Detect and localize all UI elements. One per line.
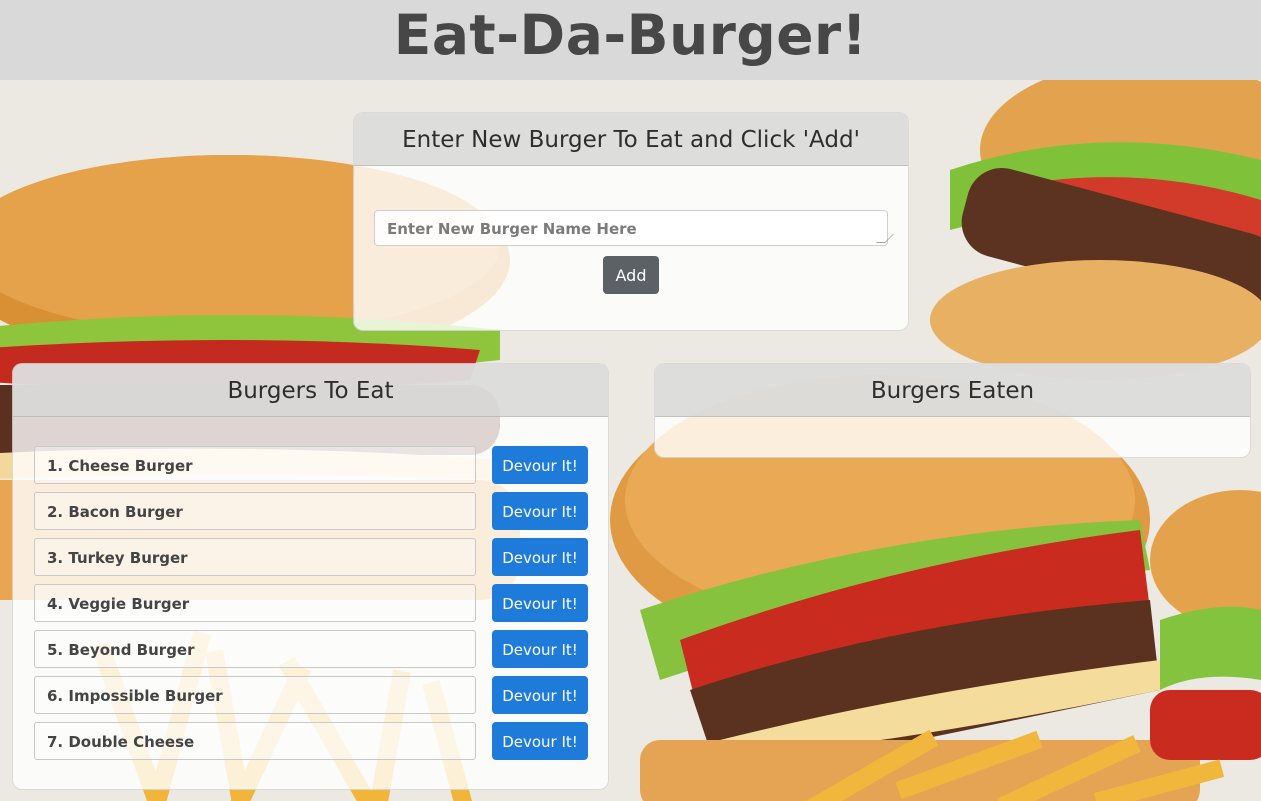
page-title: Eat-Da-Burger!	[393, 3, 868, 67]
devour-button[interactable]: Devour It!	[492, 630, 588, 668]
burger-name: 1. Cheese Burger	[34, 446, 476, 484]
burger-name: 2. Bacon Burger	[34, 492, 476, 530]
devour-button[interactable]: Devour It!	[492, 722, 588, 760]
devour-button[interactable]: Devour It!	[492, 584, 588, 622]
resize-grip-icon[interactable]	[876, 234, 894, 243]
list-item: 5. Beyond Burger Devour It!	[34, 630, 588, 668]
burger-name-input[interactable]: Enter New Burger Name Here	[374, 210, 894, 246]
burgers-to-eat-list: 1. Cheese Burger Devour It! 2. Bacon Bur…	[34, 446, 588, 768]
burgers-to-eat-card: Burgers To Eat 1. Cheese Burger Devour I…	[12, 363, 609, 790]
list-item: 7. Double Cheese Devour It!	[34, 722, 588, 760]
devour-button[interactable]: Devour It!	[492, 492, 588, 530]
add-button[interactable]: Add	[603, 256, 659, 294]
burgers-eaten-heading: Burgers Eaten	[655, 364, 1250, 417]
list-item: 2. Bacon Burger Devour It!	[34, 492, 588, 530]
list-item: 1. Cheese Burger Devour It!	[34, 446, 588, 484]
add-burger-heading: Enter New Burger To Eat and Click 'Add'	[354, 113, 908, 166]
devour-button[interactable]: Devour It!	[492, 676, 588, 714]
add-burger-card: Enter New Burger To Eat and Click 'Add' …	[353, 112, 909, 331]
list-item: 4. Veggie Burger Devour It!	[34, 584, 588, 622]
page-header: Eat-Da-Burger!	[0, 0, 1261, 80]
burger-name: 6. Impossible Burger	[34, 676, 476, 714]
burger-name: 7. Double Cheese	[34, 722, 476, 760]
burger-name: 4. Veggie Burger	[34, 584, 476, 622]
list-item: 3. Turkey Burger Devour It!	[34, 538, 588, 576]
devour-button[interactable]: Devour It!	[492, 538, 588, 576]
burgers-eaten-card: Burgers Eaten	[654, 363, 1251, 458]
list-item: 6. Impossible Burger Devour It!	[34, 676, 588, 714]
bottom-right-burger-illustration	[1150, 490, 1261, 760]
burger-name: 5. Beyond Burger	[34, 630, 476, 668]
devour-button[interactable]: Devour It!	[492, 446, 588, 484]
burger-name: 3. Turkey Burger	[34, 538, 476, 576]
burgers-to-eat-heading: Burgers To Eat	[13, 364, 608, 417]
